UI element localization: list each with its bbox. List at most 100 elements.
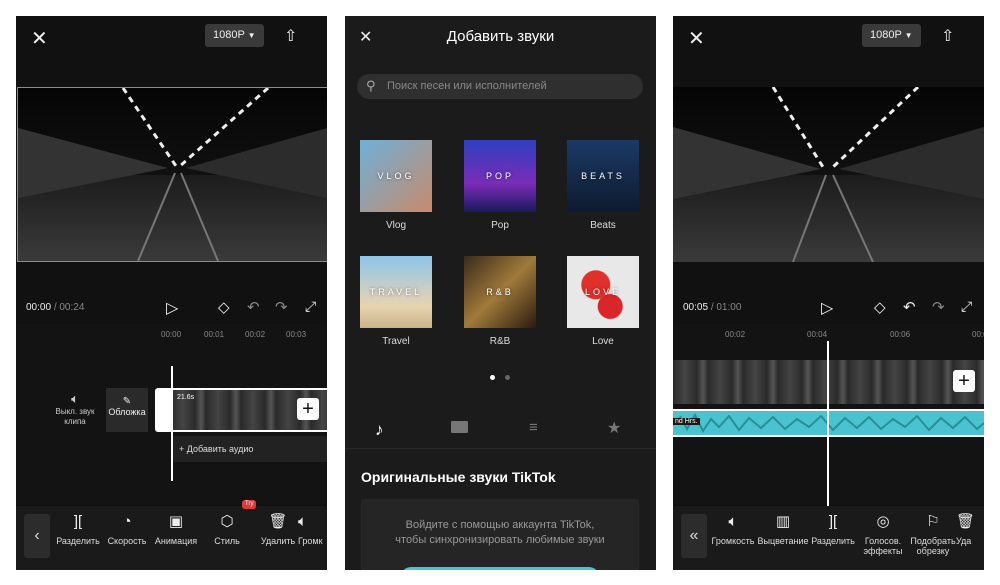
genre-pop[interactable]: POP Pop: [464, 140, 536, 231]
upload-icon[interactable]: ⇧: [941, 26, 954, 46]
playlist-icon[interactable]: ≡: [529, 419, 538, 436]
genre-art: POP: [464, 140, 536, 212]
time-total: 01:00: [716, 302, 742, 313]
tool-label: Выцветание: [757, 536, 809, 546]
add-audio-track[interactable]: + Добавить аудио: [173, 436, 327, 462]
close-icon[interactable]: ✕: [688, 26, 705, 51]
upload-icon[interactable]: ⇧: [284, 26, 297, 46]
tool-style[interactable]: ⬡ Стиль: [199, 512, 255, 546]
tool-animation[interactable]: ▣ Анимация: [148, 512, 204, 546]
tiktok-icon[interactable]: ♪: [375, 420, 384, 440]
add-clip-button[interactable]: +: [297, 398, 319, 420]
sounds-panel: ✕ Добавить звуки ⚲ Поиск песен или испол…: [345, 16, 656, 570]
genre-beats[interactable]: BEATS Beats: [567, 140, 639, 231]
tool-volume[interactable]: 🔈︎ Громкость: [705, 512, 761, 546]
redo-icon[interactable]: ↷: [275, 298, 288, 316]
chevron-down-icon: ▼: [904, 31, 913, 40]
ruler-tick: 00:02: [725, 330, 746, 339]
mute-label: Выкл. звук: [55, 407, 95, 416]
speaker-icon: 🔈︎: [728, 513, 738, 530]
tool-label: Скорость: [107, 536, 147, 546]
editor-panel-left: ✕ 1080P ▼ ⇧ 00:00 / 00:24 ▷ ◇ ↶ ↷ ⤢ 00:0…: [16, 16, 327, 570]
fade-icon: ▥: [775, 513, 791, 530]
play-icon[interactable]: ▷: [166, 298, 178, 318]
tool-delete[interactable]: 🗑︎ Уда: [956, 512, 984, 546]
redo-icon[interactable]: ↷: [932, 298, 945, 316]
editor-panel-right: ✕ 1080P ▼ ⇧ 00:05 / 01:00 ▷ ◇ ↶ ↷ ⤢ 00:0…: [673, 16, 984, 570]
speaker-icon: 🔈︎: [298, 513, 308, 530]
close-icon[interactable]: ✕: [31, 26, 48, 51]
page-dot[interactable]: [505, 375, 510, 380]
ruler-tick: 00:08: [972, 330, 984, 339]
tool-label: Удалить: [260, 536, 296, 546]
tool-match-cut[interactable]: ⚐ Подобрать обрезку: [905, 512, 961, 556]
tool-speed[interactable]: ◔ Скорость: [99, 512, 155, 546]
genre-love[interactable]: LOVE Love: [567, 256, 639, 347]
fullscreen-icon[interactable]: ⤢: [305, 298, 316, 315]
tool-label: Анимация: [154, 536, 198, 546]
tool-split[interactable]: ][Разделить: [50, 512, 106, 546]
keyframe-icon[interactable]: ◇: [874, 298, 886, 316]
audio-label: nd Hrs.: [673, 418, 700, 425]
keyframe-icon[interactable]: ◇: [218, 298, 230, 316]
tool-volume[interactable]: 🔈︎ Громк: [298, 512, 327, 546]
genre-art: TRAVEL: [360, 256, 432, 328]
tunnel-scene: [673, 87, 984, 262]
star-icon[interactable]: ★: [607, 418, 621, 438]
trash-icon: 🗑︎: [956, 513, 976, 530]
undo-icon[interactable]: ↶: [247, 298, 260, 316]
pencil-icon: ✎: [122, 396, 132, 407]
genre-travel[interactable]: TRAVEL Travel: [360, 256, 432, 347]
genre-rnb[interactable]: R&B R&B: [464, 256, 536, 347]
genre-overlay: LOVE: [584, 287, 621, 297]
tool-label: Разделить: [811, 536, 855, 546]
login-button[interactable]: [401, 567, 599, 570]
genre-overlay: TRAVEL: [369, 287, 423, 297]
tool-label: Стиль: [214, 536, 240, 546]
bottom-toolbar: « 🔈︎ Громкость ▥ Выцветание ][ Разделить ◎ Г…: [673, 506, 984, 570]
resolution-dropdown[interactable]: 1080P ▼: [862, 24, 921, 47]
double-chevron-left-icon: «: [689, 527, 699, 544]
mute-clip-button[interactable]: 🔈︎ Выкл. звук клипа: [54, 392, 96, 427]
genre-vlog[interactable]: VLOG Vlog: [360, 140, 432, 231]
ruler-tick: 00:06: [890, 330, 911, 339]
speed-icon: ◔: [122, 513, 132, 530]
cover-button[interactable]: ✎ Обложка: [106, 388, 148, 432]
timecode: 00:00 / 00:24: [26, 302, 85, 313]
tool-split[interactable]: ][ Разделить: [805, 512, 861, 546]
clip-handle[interactable]: [155, 388, 171, 432]
folder-icon[interactable]: [451, 421, 468, 433]
tool-fade[interactable]: ▥ Выцветание: [755, 512, 811, 546]
resolution-dropdown[interactable]: 1080P ▼: [205, 24, 264, 47]
clip-duration: 21.6s: [177, 394, 195, 401]
add-clip-button[interactable]: +: [953, 370, 975, 392]
tool-voice-effects[interactable]: ◎ Голосов. эффекты: [855, 512, 911, 556]
genre-overlay: R&B: [486, 287, 514, 297]
chevron-left-icon: ‹: [34, 527, 40, 544]
genre-art: BEATS: [567, 140, 639, 212]
login-text: Войдите с помощью аккаунта TikTok,: [405, 519, 595, 531]
search-input[interactable]: ⚲ Поиск песен или исполнителей: [357, 74, 643, 99]
fullscreen-icon[interactable]: ⤢: [961, 298, 972, 315]
back-button[interactable]: «: [681, 514, 707, 558]
play-icon[interactable]: ▷: [821, 298, 833, 318]
genre-overlay: POP: [485, 171, 514, 181]
page-dot-active[interactable]: [490, 375, 495, 380]
back-button[interactable]: ‹: [24, 514, 50, 558]
ruler-tick: 00:03: [286, 330, 307, 339]
mute-label: клипа: [64, 417, 86, 426]
genre-overlay: BEATS: [581, 171, 625, 181]
genre-label: Pop: [491, 220, 509, 231]
undo-icon[interactable]: ↶: [903, 298, 916, 316]
tool-label: обрезку: [916, 546, 950, 556]
split-icon: ][: [828, 513, 838, 530]
login-text: чтобы синхронизировать любимые звуки: [395, 534, 605, 546]
ruler-tick: 00:04: [807, 330, 828, 339]
tool-label: Голосов.: [864, 536, 902, 546]
divider: [345, 448, 656, 449]
tool-label: Уда: [956, 536, 972, 546]
voice-effects-icon: ◎: [876, 513, 890, 530]
genre-overlay: VLOG: [377, 171, 415, 181]
genre-label: R&B: [489, 336, 511, 347]
add-audio-label: + Добавить аудио: [179, 444, 254, 454]
